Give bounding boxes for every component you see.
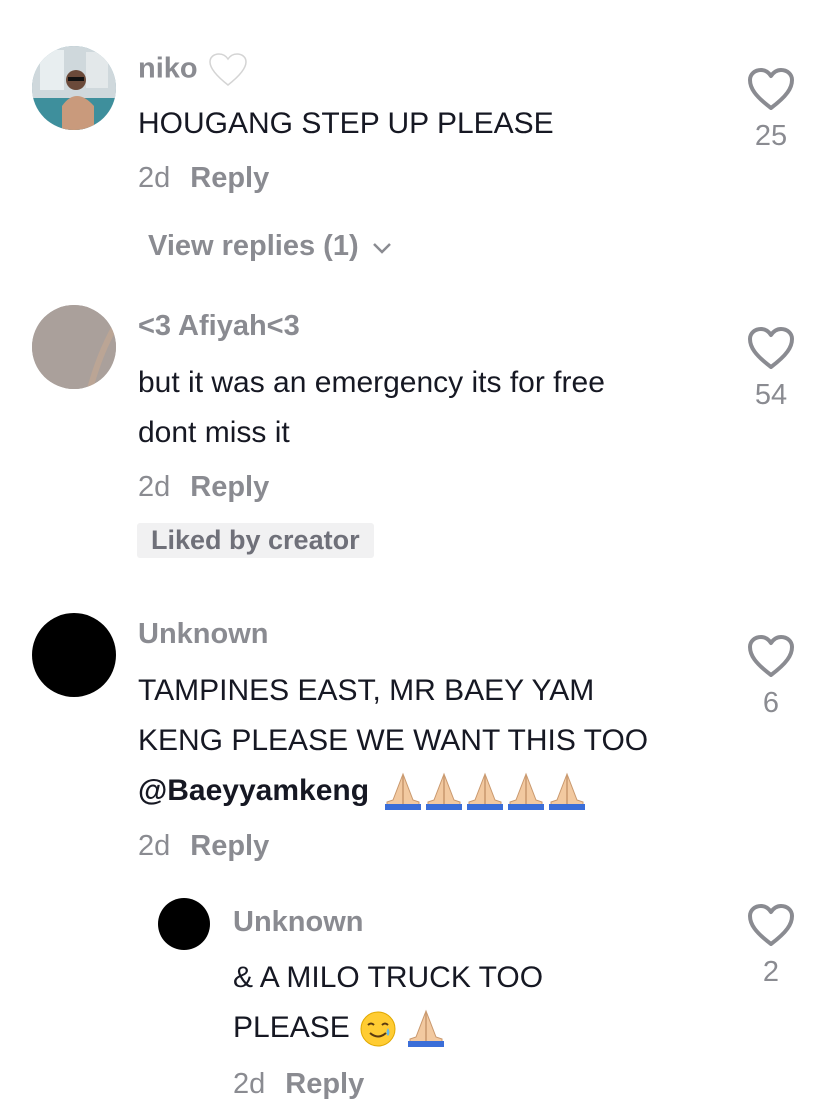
comment-username[interactable]: niko [138, 52, 248, 88]
view-replies-button[interactable]: View replies (1) [148, 230, 393, 263]
like-count: 54 [754, 379, 788, 411]
reply-button[interactable]: Reply [285, 1068, 364, 1100]
comment-text-line: @Baeyyamkeng [138, 765, 588, 816]
comment-meta: 2d Reply [138, 162, 269, 195]
comment-text-line: dont miss it [138, 416, 290, 449]
comment-text-line: KENG PLEASE WE WANT THIS TOO [138, 724, 649, 757]
comment-username[interactable]: Unknown [233, 906, 364, 939]
avatar[interactable] [32, 305, 116, 389]
comment-username[interactable]: <3 Afiyah<3 [138, 310, 300, 343]
comment-text-line: TAMPINES EAST, MR BAEY YAM [138, 674, 595, 707]
comment-age: 2d [138, 830, 171, 862]
like-heart-icon[interactable] [746, 325, 796, 371]
avatar[interactable] [32, 46, 116, 130]
liked-by-creator-badge: Liked by creator [137, 523, 374, 558]
comment-text-line: & A MILO TRUCK TOO [233, 961, 544, 994]
avatar[interactable] [158, 898, 210, 950]
avatar[interactable] [32, 613, 116, 697]
comment-meta: 2d Reply [138, 830, 269, 863]
reply-button[interactable]: Reply [190, 471, 269, 503]
comment-text-line: but it was an emergency its for free [138, 366, 605, 399]
comment-age: 2d [233, 1068, 266, 1100]
like-count: 25 [754, 120, 788, 152]
reply-button[interactable]: Reply [190, 162, 269, 194]
like-heart-icon[interactable] [746, 902, 796, 948]
reply-button[interactable]: Reply [190, 830, 269, 862]
comment-age: 2d [138, 162, 171, 194]
white-heart-emoji-icon [208, 53, 247, 86]
mention-link[interactable]: @Baeyyamkeng [138, 774, 369, 807]
comment-username[interactable]: Unknown [138, 618, 269, 651]
comment-text-line: PLEASE [233, 1002, 446, 1053]
folded-hands-emoji-icon [406, 1009, 446, 1048]
chevron-down-icon [372, 243, 391, 254]
comment-meta: 2d Reply [233, 1068, 364, 1101]
comment-age: 2d [138, 471, 171, 503]
like-heart-icon[interactable] [746, 633, 796, 679]
like-count: 6 [762, 687, 780, 719]
comment-text: HOUGANG STEP UP PLEASE [138, 107, 554, 140]
smiling-face-with-tear-emoji-icon [358, 1011, 406, 1047]
like-count: 2 [762, 956, 780, 988]
comment-meta: 2d Reply [138, 471, 269, 504]
like-heart-icon[interactable] [746, 66, 796, 112]
folded-hands-emoji-icon [383, 772, 588, 811]
